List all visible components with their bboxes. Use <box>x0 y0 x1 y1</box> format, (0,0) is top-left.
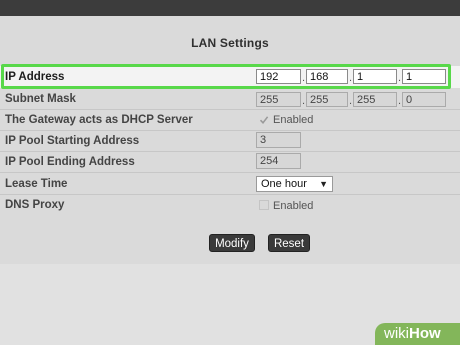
subnet-octet-1-input: 255 <box>256 92 301 107</box>
chevron-down-icon: ▼ <box>319 179 328 189</box>
lease-time-label: Lease Time <box>5 178 68 190</box>
pool-start-row: IP Pool Starting Address <box>0 131 460 152</box>
row-divider <box>0 172 460 173</box>
modify-button[interactable]: Modify <box>209 234 255 252</box>
lease-time-row: Lease Time <box>0 174 460 195</box>
wikihow-watermark: wikiHow <box>375 323 460 345</box>
pool-end-input[interactable]: 254 <box>256 153 301 169</box>
dns-proxy-row: DNS Proxy <box>0 195 460 216</box>
pool-start-label: IP Pool Starting Address <box>5 135 140 147</box>
subnet-octet-4-input: 0 <box>402 92 446 107</box>
dns-proxy-label: DNS Proxy <box>5 199 65 211</box>
lease-time-select[interactable]: One hour ▼ <box>256 176 333 192</box>
dhcp-enabled-checkbox[interactable] <box>259 115 269 125</box>
subnet-dot-separator: . <box>349 95 353 107</box>
page-title: LAN Settings <box>191 36 269 50</box>
subnet-mask-label: Subnet Mask <box>5 93 76 105</box>
dhcp-label: The Gateway acts as DHCP Server <box>5 114 193 126</box>
subnet-octet-3-input: 255 <box>353 92 397 107</box>
subnet-dot-separator: . <box>398 95 402 107</box>
subnet-octet-2-input: 255 <box>306 92 348 107</box>
ip-address-highlight <box>1 64 451 89</box>
pool-start-input[interactable]: 3 <box>256 132 301 148</box>
reset-button[interactable]: Reset <box>268 234 310 252</box>
pool-end-label: IP Pool Ending Address <box>5 156 135 168</box>
dns-proxy-enabled-label: Enabled <box>273 200 314 212</box>
dns-proxy-checkbox[interactable] <box>259 200 269 210</box>
lease-time-value: One hour <box>261 178 307 190</box>
dhcp-enabled-label: Enabled <box>273 114 314 126</box>
subnet-dot-separator: . <box>302 95 306 107</box>
pool-end-row: IP Pool Ending Address <box>0 152 460 173</box>
browser-top-bar <box>0 0 460 16</box>
dhcp-row: The Gateway acts as DHCP Server <box>0 110 460 131</box>
